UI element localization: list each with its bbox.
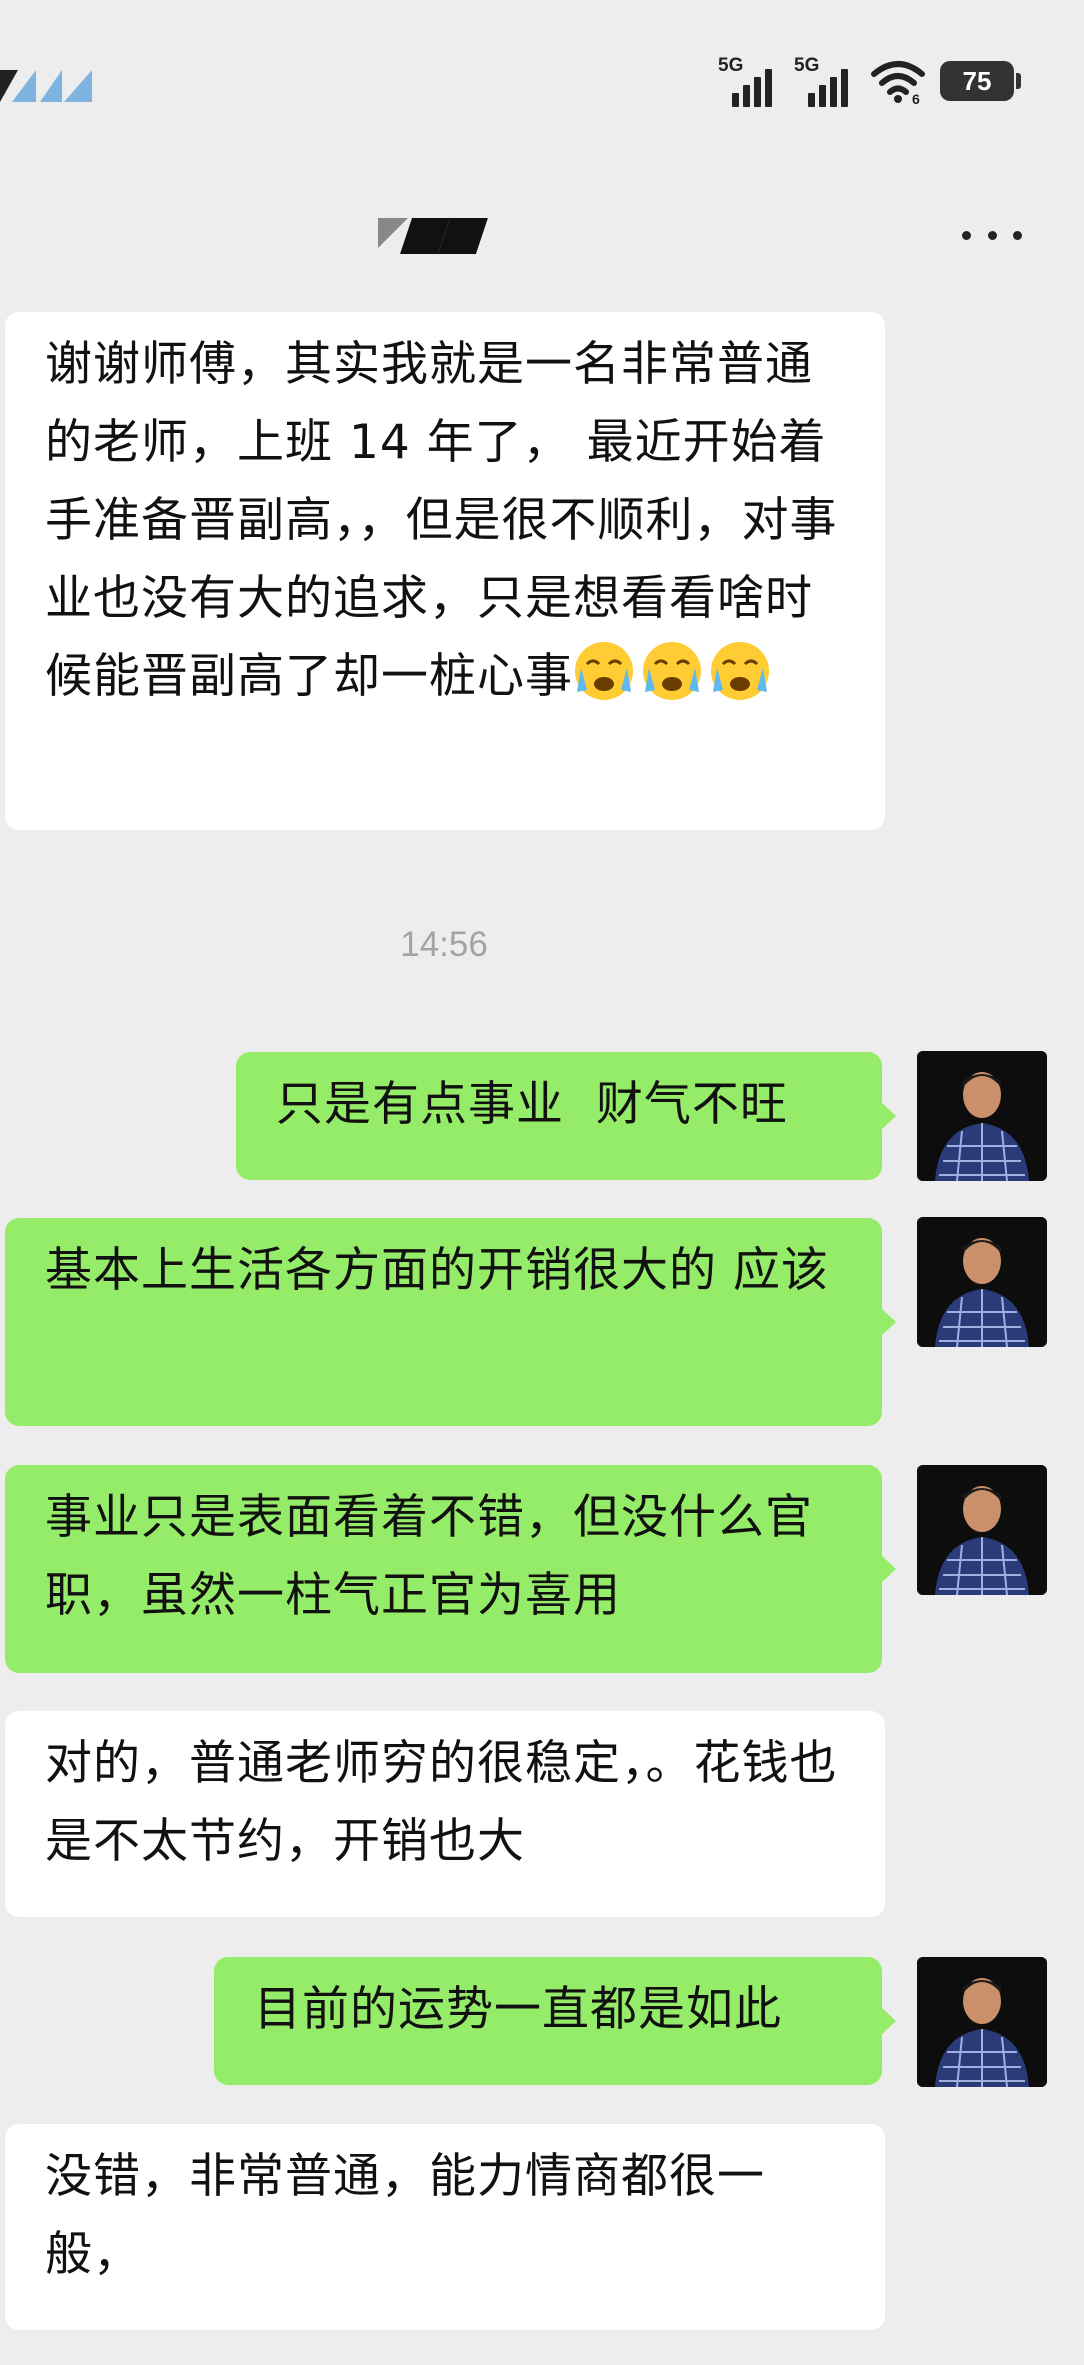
more-dots-icon[interactable] bbox=[962, 220, 1022, 250]
redacted-contact-name bbox=[378, 218, 488, 254]
avatar-photo bbox=[917, 1465, 1047, 1595]
avatar-photo bbox=[917, 1957, 1047, 2087]
message-timestamp: 14:56 bbox=[400, 925, 488, 964]
outgoing-message: 事业只是表面看着不错，但没什么官职，虽然一柱气正官为喜用 bbox=[5, 1465, 896, 1673]
incoming-message: 对的，普通老师穷的很稳定，。花钱也是不太节约，开销也大 bbox=[5, 1711, 885, 1917]
crying-face-icon bbox=[575, 642, 633, 700]
status-right: 5G 5G 6 75 bbox=[718, 55, 1021, 107]
message-text: 基本上生活各方面的开销很大的 应该 bbox=[45, 1243, 829, 1298]
status-bar: 5G 5G 6 75 bbox=[0, 0, 1084, 170]
battery-icon: 75 bbox=[940, 61, 1021, 101]
signal-icon: 5G bbox=[794, 55, 856, 107]
message-text: 只是有点事业 财气不旺 bbox=[276, 1077, 788, 1132]
message-text: 没错，非常普通，能力情商都很一般， bbox=[45, 2149, 765, 2282]
outgoing-message: 目前的运势一直都是如此 bbox=[214, 1957, 896, 2085]
outgoing-message: 只是有点事业 财气不旺 bbox=[236, 1052, 896, 1180]
outgoing-message: 基本上生活各方面的开销很大的 应该 bbox=[5, 1218, 896, 1426]
battery-level: 75 bbox=[962, 65, 992, 96]
message-text: 目前的运势一直都是如此 bbox=[254, 1982, 782, 2037]
status-left-redacted bbox=[0, 62, 95, 110]
incoming-message: 没错，非常普通，能力情商都很一般， bbox=[5, 2124, 885, 2330]
incoming-message: 谢谢师傅，其实我就是一名非常普通的老师，上班 14 年了， 最近开始着手准备晋副… bbox=[5, 312, 885, 830]
signal-icon: 5G bbox=[718, 55, 780, 107]
avatar-photo bbox=[917, 1217, 1047, 1347]
avatar[interactable] bbox=[917, 1465, 1047, 1595]
avatar[interactable] bbox=[917, 1051, 1047, 1181]
wifi-icon: 6 bbox=[871, 61, 925, 104]
chat-header bbox=[0, 170, 1084, 295]
redacted-carrier-icon bbox=[0, 70, 92, 102]
message-text: 对的，普通老师穷的很稳定，。花钱也是不太节约，开销也大 bbox=[45, 1736, 838, 1869]
crying-face-icon bbox=[711, 642, 769, 700]
crying-face-icon bbox=[643, 642, 701, 700]
message-text: 事业只是表面看着不错，但没什么官职，虽然一柱气正官为喜用 bbox=[45, 1490, 813, 1623]
svg-text:6: 6 bbox=[912, 91, 920, 104]
avatar-photo bbox=[917, 1051, 1047, 1181]
avatar[interactable] bbox=[917, 1217, 1047, 1347]
avatar[interactable] bbox=[917, 1957, 1047, 2087]
